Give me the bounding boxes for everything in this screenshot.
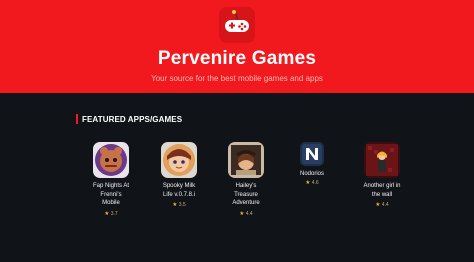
app-name-line: Life v.0.7.8.i [163, 191, 195, 198]
spooky-milk-life-app-icon[interactable] [161, 142, 197, 178]
star-icon: ★ [305, 180, 311, 186]
app-name-line: Frenni's [100, 191, 122, 198]
app-name-line: Mobile [102, 200, 120, 206]
app-name-line: Another girl in [363, 183, 401, 189]
rating-value: 3.7 [110, 211, 118, 217]
gamepad-icon[interactable] [219, 7, 255, 43]
app-card[interactable]: Hailey's Treasure Adventure ★ 4.4 [216, 142, 276, 232]
app-card[interactable]: Spooky Milk Life v.0.7.8.i ★ 3.5 [149, 142, 209, 222]
site-tagline: Your source for the best mobile games an… [151, 74, 323, 83]
star-icon: ★ [239, 211, 245, 217]
hero-header: Pervenire Games Your source for the best… [0, 0, 474, 93]
star-icon: ★ [104, 211, 110, 217]
nodorios-app-icon[interactable] [300, 142, 324, 166]
app-card[interactable]: Fap Nights At Frenni's Mobile ★ 3.7 [81, 142, 141, 222]
app-name-line: Spooky Milk [162, 183, 196, 189]
app-name-line: Hailey's [235, 183, 257, 189]
star-icon: ★ [375, 202, 381, 208]
section-accent-bar [76, 114, 78, 124]
app-rating: ★ 4.4 [352, 202, 412, 208]
app-name-line: Adventure [232, 200, 260, 206]
rating-value: 4.6 [311, 180, 319, 186]
app-rating: ★ 4.6 [282, 180, 342, 186]
app-name-line: Treasure [234, 191, 258, 198]
star-icon: ★ [172, 202, 178, 208]
app-card[interactable]: Another girl in the wall ★ 4.4 [352, 142, 412, 218]
featured-heading: FEATURED APPS/GAMES [76, 114, 182, 124]
app-name[interactable]: Nodorios [282, 170, 342, 179]
rating-value: 4.4 [381, 202, 389, 208]
site-title[interactable]: Pervenire Games [0, 48, 474, 70]
app-rating: ★ 3.7 [81, 211, 141, 217]
fap-nights-app-icon[interactable] [93, 142, 129, 178]
app-name[interactable]: Another girl in the wall [352, 182, 412, 199]
main-content: FEATURED APPS/GAMES Fap Nights At Frenni… [0, 93, 474, 262]
app-rating: ★ 3.5 [149, 202, 209, 208]
rating-value: 4.4 [245, 211, 253, 217]
app-name-line: Fap Nights At [92, 183, 130, 189]
section-title: FEATURED APPS/GAMES [82, 114, 183, 124]
app-name-line: the wall [371, 191, 393, 198]
another-girl-app-icon[interactable] [364, 142, 400, 178]
app-name[interactable]: Hailey's Treasure Adventure [216, 182, 276, 208]
haileys-treasure-app-icon[interactable] [228, 142, 264, 178]
app-name[interactable]: Fap Nights At Frenni's Mobile [81, 182, 141, 208]
rating-value: 3.5 [178, 202, 186, 208]
app-name-line: Nodorios [299, 171, 324, 177]
app-card[interactable]: Nodorios ★ 4.6 [282, 142, 342, 192]
app-name[interactable]: Spooky Milk Life v.0.7.8.i [149, 182, 209, 199]
app-rating: ★ 4.4 [216, 211, 276, 217]
